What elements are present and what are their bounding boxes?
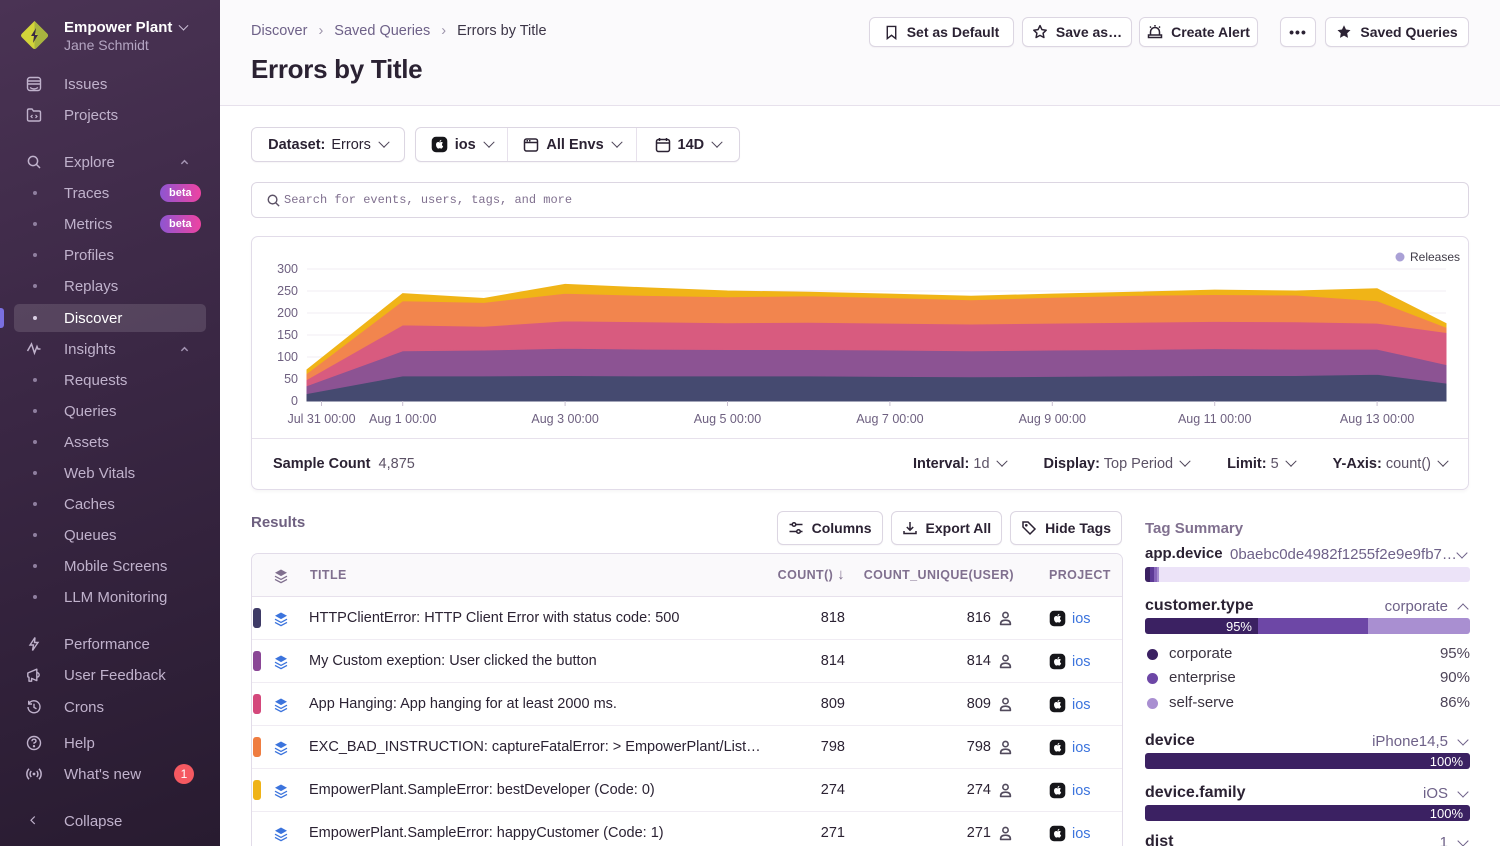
svg-text:Aug 9 00:00: Aug 9 00:00 xyxy=(1019,412,1086,426)
svg-text:Aug 11 00:00: Aug 11 00:00 xyxy=(1178,412,1251,426)
svg-text:50: 50 xyxy=(284,372,298,386)
svg-text:Aug 5 00:00: Aug 5 00:00 xyxy=(694,412,761,426)
svg-text:300: 300 xyxy=(277,262,298,276)
svg-text:Aug 1 00:00: Aug 1 00:00 xyxy=(369,412,436,426)
svg-text:Aug 3 00:00: Aug 3 00:00 xyxy=(531,412,598,426)
svg-text:200: 200 xyxy=(277,306,298,320)
svg-text:250: 250 xyxy=(277,284,298,298)
svg-text:Releases: Releases xyxy=(1410,250,1460,264)
svg-text:Aug 7 00:00: Aug 7 00:00 xyxy=(856,412,923,426)
svg-text:100: 100 xyxy=(277,350,298,364)
svg-text:150: 150 xyxy=(277,328,298,342)
svg-text:0: 0 xyxy=(291,394,298,408)
svg-text:Aug 13 00:00: Aug 13 00:00 xyxy=(1340,412,1414,426)
svg-text:Jul 31 00:00: Jul 31 00:00 xyxy=(287,412,355,426)
